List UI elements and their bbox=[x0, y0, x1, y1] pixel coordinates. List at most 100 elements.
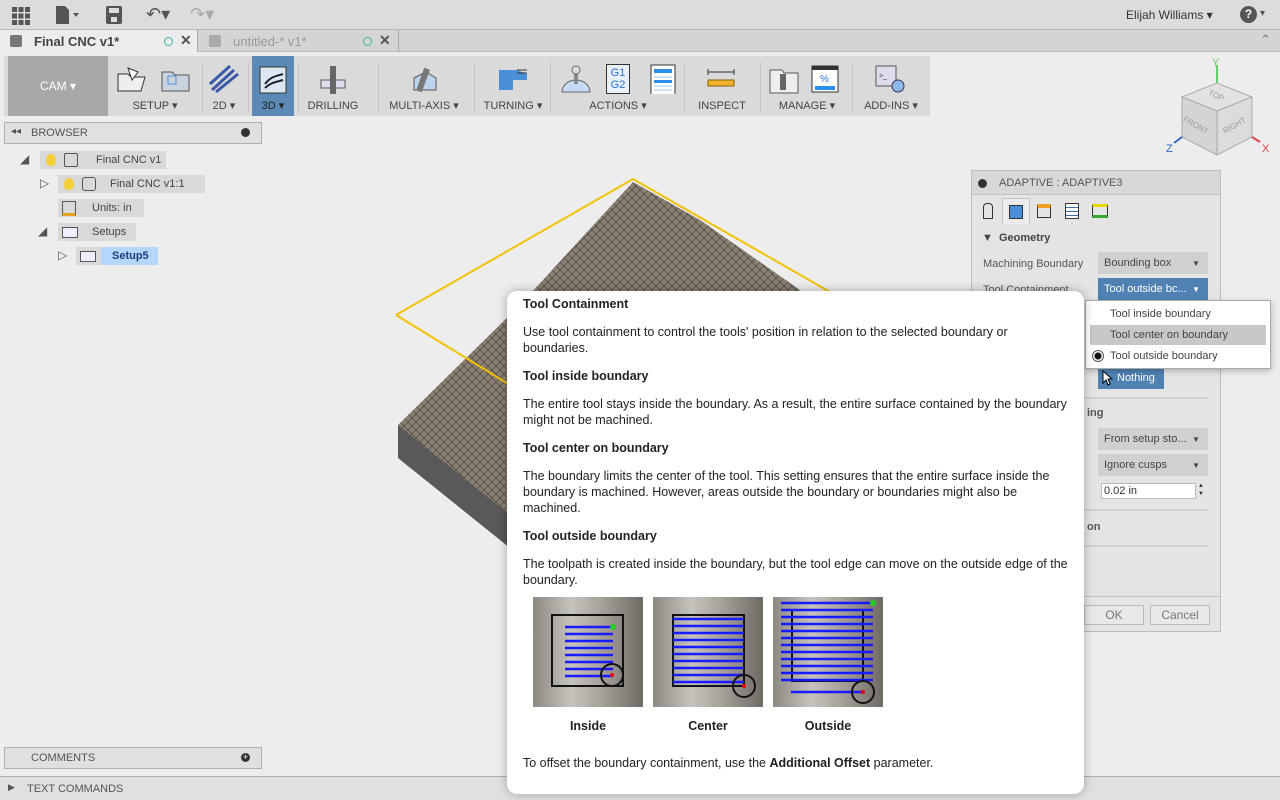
user-menu[interactable]: Elijah Williams ▾ bbox=[1126, 8, 1213, 22]
expand-icon[interactable]: ◢ bbox=[38, 224, 47, 238]
tab-heights[interactable] bbox=[1030, 198, 1058, 224]
section-text: The entire tool stays inside the boundar… bbox=[523, 397, 1067, 427]
inside-illustration bbox=[533, 597, 643, 707]
panel-title: ADAPTIVE : ADAPTIVE3 bbox=[999, 176, 1123, 189]
user-name: Elijah Williams bbox=[1126, 8, 1204, 22]
3d-label: 3D ▾ bbox=[261, 100, 285, 112]
close-tab-icon[interactable]: ✕ bbox=[180, 32, 192, 49]
turning-group[interactable]: TURNING ▾ bbox=[478, 56, 548, 116]
tab-geometry[interactable] bbox=[1002, 198, 1030, 224]
actions-group[interactable]: G1 G2 ACTIONS ▾ bbox=[554, 56, 682, 116]
expand-arrow-icon[interactable]: ▶ bbox=[8, 782, 15, 793]
outside-caption: Outside bbox=[804, 719, 852, 733]
measure-icon bbox=[707, 69, 735, 87]
add-ins-group[interactable]: >_ ADD-INS ▾ bbox=[856, 56, 926, 116]
cancel-button[interactable]: Cancel bbox=[1150, 605, 1210, 625]
offset-stepper[interactable]: ▲ ▼ bbox=[1198, 482, 1204, 498]
option-tool-center[interactable]: Tool center on boundary bbox=[1090, 325, 1266, 345]
template-library-icon: % bbox=[811, 65, 839, 93]
multi-axis-group[interactable]: MULTI-AXIS ▾ bbox=[384, 56, 464, 116]
save-icon[interactable] bbox=[106, 6, 122, 24]
status-icon bbox=[164, 37, 173, 46]
top-bar: ↶▾ ↷▾ Elijah Williams ▾ ? ▾ bbox=[0, 0, 1280, 30]
3d-group[interactable]: 3D ▾ bbox=[252, 56, 294, 116]
geometry-section[interactable]: ▼ Geometry bbox=[982, 232, 1050, 244]
redo-icon[interactable]: ↷▾ bbox=[190, 4, 214, 25]
multi-axis-icon bbox=[413, 67, 437, 93]
workspace-switcher[interactable]: CAM ▾ bbox=[8, 56, 108, 116]
file-menu-icon[interactable] bbox=[56, 6, 80, 24]
drilling-group[interactable]: DRILLING bbox=[302, 56, 364, 116]
comments-panel[interactable]: COMMENTS + bbox=[4, 747, 262, 769]
browser-item-body[interactable]: Final CNC v1:1 bbox=[58, 175, 205, 193]
expand-icon[interactable]: ▷ bbox=[58, 248, 67, 262]
expand-icon[interactable]: ▷ bbox=[40, 176, 49, 190]
manage-label: MANAGE ▾ bbox=[778, 100, 836, 112]
units-icon bbox=[62, 200, 76, 216]
item-label: Final CNC v1 bbox=[96, 154, 162, 166]
tab-untitled[interactable]: untitled-* v1* ✕ bbox=[199, 30, 399, 52]
section-text: The boundary limits the center of the to… bbox=[523, 469, 1050, 515]
center-illustration bbox=[653, 597, 763, 707]
tab-tool[interactable] bbox=[974, 198, 1002, 224]
item-label: Setups bbox=[92, 226, 127, 238]
manage-group[interactable]: % MANAGE ▾ bbox=[764, 56, 850, 116]
section-heading: ing bbox=[1087, 407, 1104, 419]
browser-item-setup5[interactable]: Setup5 bbox=[76, 247, 158, 265]
minimize-icon[interactable] bbox=[241, 128, 250, 137]
status-icon bbox=[363, 37, 372, 46]
visibility-bulb-icon[interactable] bbox=[46, 154, 56, 166]
2d-group[interactable]: 2D ▾ bbox=[204, 56, 244, 116]
apps-grid-icon[interactable] bbox=[12, 7, 30, 25]
setup-sheet-doc-icon bbox=[650, 64, 676, 94]
collapse-panel-icon[interactable] bbox=[978, 179, 987, 188]
item-label: Units: in bbox=[92, 202, 132, 214]
ok-button[interactable]: OK bbox=[1084, 605, 1144, 625]
workspace-label: CAM bbox=[39, 79, 67, 93]
visibility-bulb-icon[interactable] bbox=[64, 178, 74, 190]
document-icon bbox=[209, 35, 221, 47]
svg-text:%: % bbox=[820, 74, 829, 85]
inspect-group[interactable]: INSPECT bbox=[688, 56, 756, 116]
tool-containment-select[interactable]: Tool outside bc... ▼ bbox=[1098, 278, 1208, 300]
close-tab-icon[interactable]: ✕ bbox=[379, 32, 391, 49]
add-comment-icon[interactable]: + bbox=[241, 753, 250, 762]
tab-linking[interactable] bbox=[1086, 198, 1114, 224]
help-icon[interactable]: ? bbox=[1240, 6, 1257, 23]
stock-select[interactable]: From setup sto... ▼ bbox=[1098, 428, 1208, 450]
turning-icon bbox=[499, 69, 527, 90]
inside-caption: Inside bbox=[569, 719, 607, 733]
browser-item-setups[interactable]: Setups bbox=[58, 223, 136, 241]
scripts-icon: >_ bbox=[875, 65, 905, 93]
section-heading: Tool center on boundary bbox=[523, 441, 669, 455]
viewcube[interactable]: Y X Z TOP FRONT RIGHT bbox=[1160, 55, 1275, 165]
component-icon bbox=[64, 153, 78, 167]
machining-boundary-select[interactable]: Bounding box ▼ bbox=[1098, 252, 1208, 274]
help-dropdown-icon[interactable]: ▾ bbox=[1260, 8, 1265, 19]
machining-boundary-label: Machining Boundary bbox=[983, 258, 1084, 270]
item-label: Final CNC v1:1 bbox=[110, 178, 185, 190]
tab-passes[interactable] bbox=[1058, 198, 1086, 224]
offset-input[interactable]: 0.02 in bbox=[1101, 483, 1196, 499]
tab-final-cnc[interactable]: Final CNC v1* ✕ bbox=[0, 30, 198, 52]
passes-icon bbox=[1065, 203, 1079, 219]
center-caption: Center bbox=[688, 719, 728, 733]
option-tool-inside[interactable]: Tool inside boundary bbox=[1090, 304, 1266, 324]
browser-header[interactable]: ◂◂ BROWSER bbox=[4, 122, 262, 144]
browser-item-root[interactable]: Final CNC v1 bbox=[40, 151, 166, 169]
browser-item-units[interactable]: Units: in bbox=[58, 199, 144, 217]
comments-title: COMMENTS bbox=[31, 752, 96, 764]
undo-icon[interactable]: ↶▾ bbox=[146, 4, 170, 25]
collapse-icon[interactable]: ⌃ bbox=[1260, 32, 1271, 48]
cusps-select[interactable]: Ignore cusps ▼ bbox=[1098, 454, 1208, 476]
expand-icon[interactable]: ◢ bbox=[20, 152, 29, 166]
z-axis-label: Z bbox=[1166, 143, 1173, 155]
collapse-browser-icon[interactable]: ◂◂ bbox=[11, 126, 21, 137]
tool-containment-dropdown: Tool inside boundary Tool center on boun… bbox=[1085, 300, 1271, 369]
item-label: Setup5 bbox=[112, 250, 149, 262]
setup-group[interactable]: SETUP ▾ bbox=[112, 56, 198, 116]
option-tool-outside[interactable]: Tool outside boundary bbox=[1090, 346, 1266, 366]
mouse-cursor-icon bbox=[1102, 370, 1114, 386]
drill-icon bbox=[320, 66, 346, 94]
document-icon bbox=[10, 35, 22, 47]
